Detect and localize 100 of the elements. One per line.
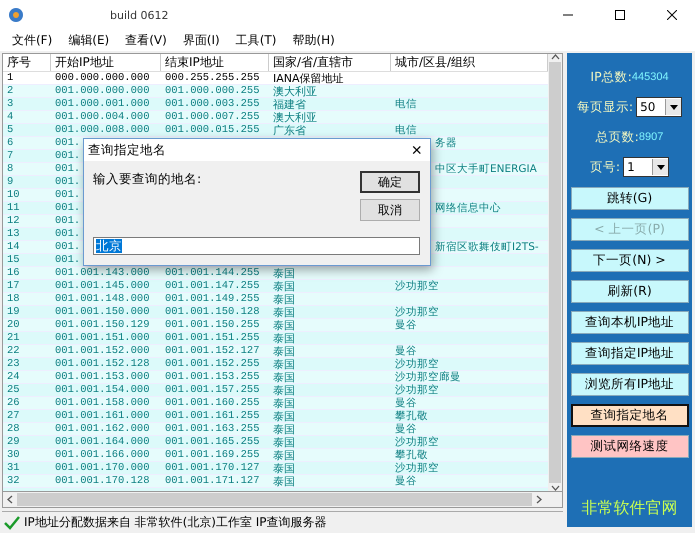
table-cell: 001.000.000.000 (55, 85, 150, 97)
table-row[interactable]: 18 001.001.148.000 001.001.149.255 泰国 (3, 293, 548, 306)
table-row[interactable]: 28 001.001.162.000 001.001.163.255 泰国 曼谷 (3, 423, 548, 436)
table-cell: 网络信息中心 (435, 202, 501, 214)
table-cell: 001. (55, 163, 80, 175)
dropdown-arrow-icon[interactable] (670, 104, 678, 110)
scroll-left-icon[interactable] (7, 495, 13, 504)
table-cell: 泰国 (273, 397, 295, 409)
table-row[interactable]: 23 001.001.152.128 001.001.152.255 泰国 沙功那空 (3, 358, 548, 371)
panel-button[interactable]: 测试网络速度 (570, 435, 688, 458)
table-cell: 20 (7, 319, 20, 331)
table-cell: 12 (7, 215, 20, 227)
column-header[interactable]: 序号 (3, 54, 51, 71)
scroll-down-icon[interactable] (550, 485, 560, 491)
table-cell: 001. (55, 241, 80, 253)
table-cell: 001.001.153.255 (165, 371, 260, 383)
maximize-icon[interactable] (615, 10, 625, 20)
table-row[interactable]: 25 001.001.154.000 001.001.157.255 泰国 沙功那空 (3, 384, 548, 397)
table-row[interactable]: 2 001.000.000.000 001.000.000.255 澳大利亚 (3, 85, 548, 98)
table-row[interactable]: 30 001.001.166.000 001.001.169.255 泰国 攀孔敬 (3, 449, 548, 462)
table-row[interactable]: 24 001.001.153.000 001.001.153.255 泰国 沙功那空廊曼 (3, 371, 548, 384)
table-cell: 攀孔敬 (395, 410, 428, 422)
dialog-button[interactable]: 取消 (360, 199, 420, 221)
table-cell: 001.001.157.255 (165, 384, 260, 396)
table-cell: 001.001.162.000 (55, 423, 150, 435)
menu-item[interactable]: 文件(F) (6, 32, 58, 49)
table-cell: 001.001.145.000 (55, 280, 150, 292)
table-cell: 沙功那空 (395, 436, 439, 448)
status-text: IP地址分配数据来自 非常软件(北京)工作室 IP查询服务器 (24, 514, 327, 531)
panel-button[interactable]: 查询指定地名 (570, 404, 688, 427)
table-cell: 001.001.151.255 (165, 332, 260, 344)
close-icon[interactable] (667, 10, 677, 20)
table-cell: 25 (7, 384, 20, 396)
scrollbar-thumb[interactable] (17, 493, 532, 506)
table-cell: 1 (7, 72, 14, 84)
table-cell: 001.000.001.000 (55, 98, 150, 110)
table-row[interactable]: 19 001.001.150.000 001.001.150.128 泰国 沙功那空 (3, 306, 548, 319)
table-row[interactable]: 3 001.000.001.000 001.000.003.255 福建省 电信 (3, 98, 548, 111)
table-cell: 13 (7, 228, 20, 240)
pages-value: 8907 (638, 131, 664, 143)
table-cell: 曼谷 (395, 475, 417, 487)
table-cell: 001.001.147.255 (165, 280, 260, 292)
table-row[interactable]: 16 001.001.143.000 001.001.144.255 泰国 (3, 267, 548, 280)
table-cell: 001.001.169.255 (165, 449, 260, 461)
per-page-select[interactable]: 50 (636, 97, 682, 117)
menu-item[interactable]: 工具(T) (230, 32, 282, 49)
panel-button[interactable]: 查询指定IP地址 (570, 342, 688, 365)
table-cell: 001.001.152.255 (165, 358, 260, 370)
scroll-up-icon[interactable] (550, 54, 560, 60)
panel-button[interactable]: 下一页(N) > (570, 249, 688, 272)
table-cell: 泰国 (273, 293, 295, 305)
table-cell: 001. (55, 254, 80, 266)
table-cell: 14 (7, 241, 20, 253)
total-label: IP总数: (590, 68, 632, 86)
menu-item[interactable]: 界面(I) (176, 32, 226, 49)
table-cell: 32 (7, 475, 20, 487)
table-row[interactable]: 1 000.000.000.000 000.255.255.255 IANA保留地址 (3, 72, 548, 85)
table-cell: 001.001.143.000 (55, 267, 150, 279)
table-cell: 9 (7, 176, 14, 188)
page-select[interactable]: 1 (623, 157, 670, 177)
table-cell: 001. (55, 176, 80, 188)
table-cell: 11 (7, 202, 20, 214)
close-button[interactable]: × (411, 141, 422, 159)
dialog-button[interactable]: 确定 (360, 171, 420, 193)
column-header[interactable]: 开始IP地址 (51, 54, 161, 71)
menu-item[interactable]: 编辑(E) (62, 32, 116, 49)
panel-button[interactable]: 跳转(G) (570, 187, 688, 210)
table-row[interactable]: 4 001.000.004.000 001.000.007.255 澳大利亚 (3, 111, 548, 124)
table-cell: 001.001.170.000 (55, 462, 150, 474)
panel-button[interactable]: 浏览所有IP地址 (570, 373, 688, 396)
table-cell: 10 (7, 189, 20, 201)
table-cell: 沙功那空 (395, 358, 439, 370)
table-cell: 001.001.161.255 (165, 410, 260, 422)
table-row[interactable]: 31 001.001.170.000 001.001.170.127 泰国 沙功那空 (3, 462, 548, 475)
table-row[interactable]: 29 001.001.164.000 001.001.165.255 泰国 沙功那空 (3, 436, 548, 449)
table-cell: 001.001.170.127 (165, 462, 260, 474)
place-name-field[interactable]: 北京 (93, 237, 420, 255)
menu-item[interactable]: 查看(V) (119, 32, 173, 49)
column-header[interactable]: 结束IP地址 (161, 54, 269, 71)
table-cell: 31 (7, 462, 20, 474)
website-link[interactable]: 非常软件官网 (582, 498, 678, 519)
table-row[interactable]: 20 001.001.150.129 001.001.150.255 泰国 曼谷 (3, 319, 548, 332)
table-row[interactable]: 5 001.000.008.000 001.000.015.255 广东省 电信 (3, 124, 548, 137)
table-row[interactable]: 32 001.001.170.128 001.001.171.127 泰国 曼谷 (3, 475, 548, 488)
table-cell: 001.000.003.255 (165, 98, 260, 110)
scroll-right-icon[interactable] (536, 495, 542, 504)
table-row[interactable]: 27 001.001.161.000 001.001.161.255 泰国 攀孔敬 (3, 410, 548, 423)
scrollbar-thumb[interactable] (549, 62, 561, 483)
table-cell: 001.001.165.255 (165, 436, 260, 448)
panel-button[interactable]: 刷新(R) (570, 280, 688, 303)
panel-button[interactable]: 查询本机IP地址 (570, 311, 688, 334)
table-cell: 29 (7, 436, 20, 448)
column-header[interactable]: 国家/省/直辖市 (269, 54, 391, 71)
table-cell: 新宿区歌舞伎町I2TS- (435, 241, 539, 253)
table-row[interactable]: 17 001.001.145.000 001.001.147.255 泰国 沙功那空 (3, 280, 548, 293)
table-row[interactable]: 22 001.001.152.000 001.001.152.127 泰国 曼谷 (3, 345, 548, 358)
dropdown-arrow-icon[interactable] (656, 164, 665, 170)
menu-item[interactable]: 帮助(H) (286, 32, 341, 49)
table-row[interactable]: 26 001.001.158.000 001.001.160.255 泰国 曼谷 (3, 397, 548, 410)
table-row[interactable]: 21 001.001.151.000 001.001.151.255 泰国 (3, 332, 548, 345)
